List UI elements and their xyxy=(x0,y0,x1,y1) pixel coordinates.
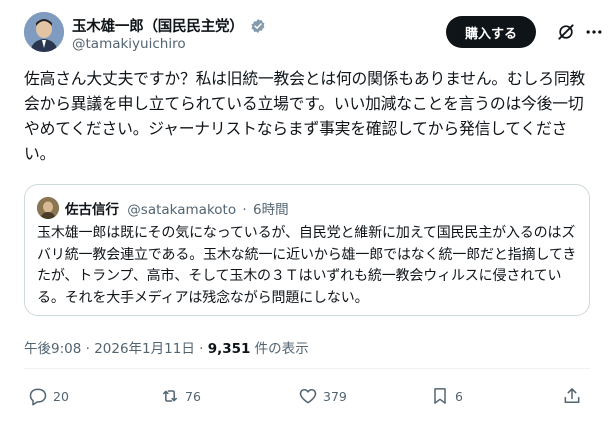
repost-button[interactable]: 76 xyxy=(160,386,201,406)
author-handle[interactable]: @tamakiyuichiro xyxy=(72,36,186,52)
quoted-text: 玉木雄一郎は既にその気になっているが、自民党と維新に加えて国民民主が入るのはズバ… xyxy=(37,225,577,306)
buy-button[interactable]: 購入する xyxy=(446,16,536,48)
verified-badge-icon xyxy=(251,18,265,33)
bookmark-count: 6 xyxy=(455,388,463,404)
view-count: 9,351 xyxy=(207,341,251,357)
grok-icon[interactable] xyxy=(556,22,576,42)
share-icon xyxy=(564,388,580,403)
quoted-author-name[interactable]: 佐古信行 xyxy=(65,202,119,218)
quoted-author-avatar[interactable] xyxy=(37,197,59,219)
more-options-icon[interactable] xyxy=(584,22,604,42)
tweet-text: 佐高さん大丈夫ですか？私は旧統一教会とは何の関係もありません。むしろ同教会から異… xyxy=(24,69,586,163)
quoted-meta: 佐古信行 @satakamakoto · 6時間 xyxy=(65,198,289,218)
quoted-tweet[interactable]: 佐古信行 @satakamakoto · 6時間 玉木雄一郎は既にその気になって… xyxy=(24,184,590,316)
like-count: 379 xyxy=(323,388,347,404)
like-button[interactable]: 379 xyxy=(298,386,347,406)
reply-button[interactable]: 20 xyxy=(28,386,69,406)
quoted-author-handle[interactable]: @satakamakoto xyxy=(127,202,236,218)
divider xyxy=(24,368,590,369)
tweet-meta: 午後9:08 · 2026年1月11日 · 9,351 件の表示 xyxy=(24,337,309,357)
views-label: 件の表示 xyxy=(250,341,309,357)
repost-icon xyxy=(163,390,177,402)
repost-count: 76 xyxy=(185,388,201,404)
reply-count: 20 xyxy=(53,388,69,404)
timestamp[interactable]: 午後9:08 · 2026年1月11日 · xyxy=(24,341,208,357)
share-button[interactable] xyxy=(562,386,582,406)
reply-icon xyxy=(29,388,47,406)
bookmark-icon xyxy=(434,388,446,404)
separator-dot: · xyxy=(242,202,247,218)
heart-icon xyxy=(299,389,317,404)
quoted-time[interactable]: 6時間 xyxy=(253,202,289,218)
author-avatar[interactable] xyxy=(24,12,64,52)
bookmark-button[interactable]: 6 xyxy=(430,386,463,406)
author-display-name[interactable]: 玉木雄一郎（国民民主党） xyxy=(72,15,244,36)
tweet-header: 玉木雄一郎（国民民主党） @tamakiyuichiro 購入する xyxy=(24,12,602,56)
action-bar: 20 76 379 6 xyxy=(24,386,590,410)
